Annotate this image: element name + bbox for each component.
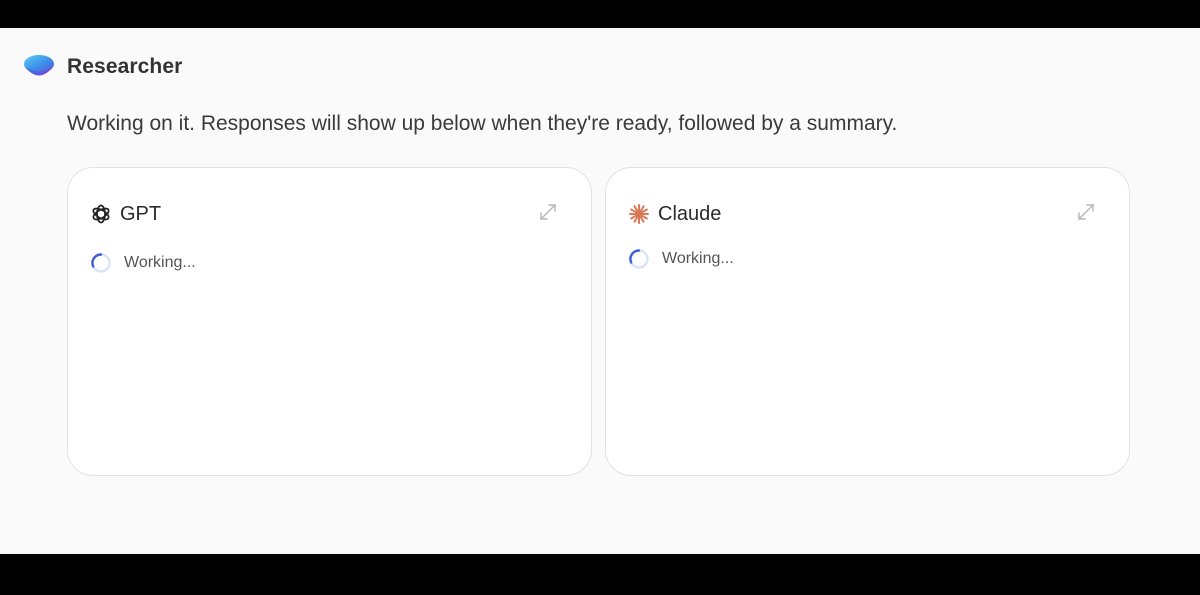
researcher-panel: Researcher Working on it. Responses will… (0, 28, 1200, 554)
status-message: Working on it. Responses will show up be… (67, 112, 898, 135)
bottom-letterbox-bar (0, 554, 1200, 595)
expand-icon (1078, 204, 1094, 220)
app-header: Researcher (22, 52, 182, 82)
top-letterbox-bar (0, 0, 1200, 28)
claude-sparkle-icon (628, 203, 650, 225)
status-row: Working... (90, 252, 196, 274)
researcher-logo-icon (24, 55, 54, 76)
card-header: GPT (90, 201, 161, 227)
card-header: Claude (628, 201, 721, 227)
openai-icon (90, 203, 112, 225)
expand-icon (540, 204, 556, 220)
status-text: Working... (124, 254, 196, 271)
expand-button[interactable] (1075, 201, 1097, 223)
status-row: Working... (628, 248, 734, 270)
model-name: Claude (658, 202, 722, 225)
model-name: GPT (120, 202, 162, 225)
loading-spinner-icon (629, 249, 649, 269)
gpt-response-card: GPT Working... (67, 167, 592, 476)
expand-button[interactable] (537, 201, 559, 223)
loading-spinner-icon (91, 253, 111, 273)
claude-response-card: Claude Working... (605, 167, 1130, 476)
app-title: Researcher (67, 55, 183, 78)
status-text: Working... (662, 250, 734, 267)
